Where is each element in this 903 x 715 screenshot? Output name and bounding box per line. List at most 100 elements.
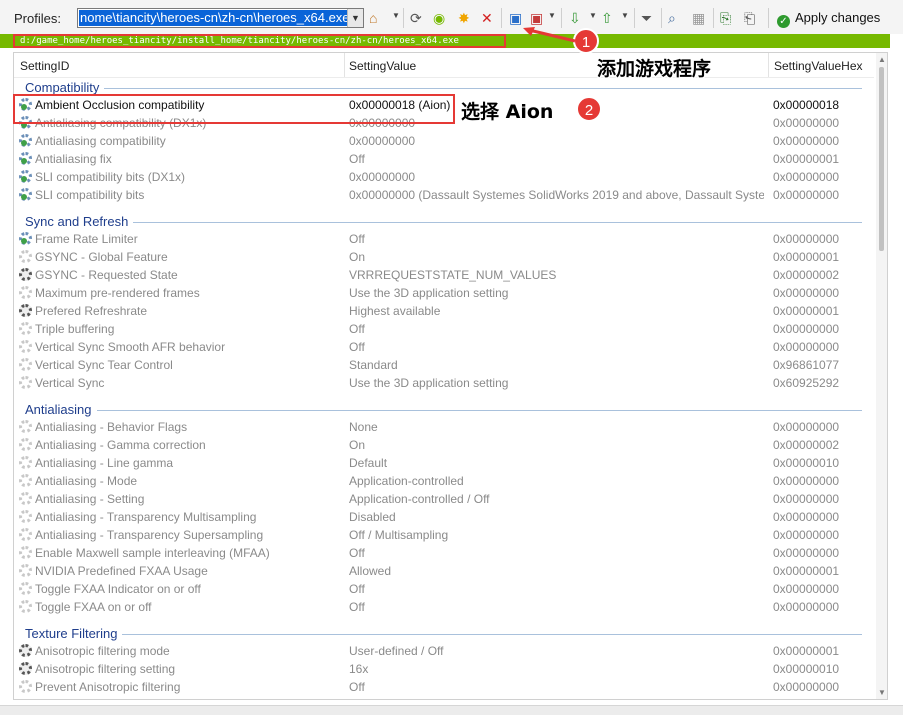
setting-row[interactable]: GSYNC - Requested State VRRREQUESTSTATE_N… [14,266,874,284]
setting-row[interactable]: NVIDIA Predefined FXAA Usage Allowed 0x000… [14,562,874,580]
setting-row[interactable]: Antialiasing - Behavior Flags None 0x00000… [14,418,874,436]
setting-row[interactable]: Anisotropic filtering mode User-defined /… [14,642,874,660]
group-header[interactable]: Compatibility [25,80,99,95]
column-setting-id[interactable]: SettingID [20,59,69,73]
toolbar-divider [501,8,502,28]
setting-row[interactable]: Antialiasing - Mode Application-controlle… [14,472,874,490]
setting-name: Antialiasing - Transparency Multisamplin… [35,510,257,524]
setting-value-hex: 0x00000000 [773,474,840,488]
filter-icon[interactable]: ⏷ [641,10,652,26]
scan-icon[interactable]: ⌕ [668,10,676,26]
toolbar-divider [634,8,635,28]
setting-value-hex: 0x00000000 [773,600,840,614]
setting-value-hex: 0x00000010 [773,456,840,470]
gear-green-icon [19,134,32,147]
setting-row[interactable]: Antialiasing - Gamma correction On 0x00000… [14,436,874,454]
setting-name: Frame Rate Limiter [35,232,138,246]
setting-row[interactable]: Antialiasing - Transparency Multisamplin… [14,508,874,526]
profile-dropdown[interactable]: nome\tiancity\heroes-cn\zh-cn\heroes_x64… [77,8,364,28]
chevron-down-icon[interactable]: ▼ [589,11,597,20]
setting-row[interactable]: Vertical Sync Tear Control Standard 0x9686… [14,356,874,374]
setting-row[interactable]: Frame Rate Limiter Off 0x00000000 [14,230,874,248]
setting-row[interactable]: Antialiasing fix Off 0x00000001 [14,150,874,168]
annotation-step1-text: 添加游戏程序 [597,58,712,80]
setting-value: None [349,420,378,434]
setting-value: Disabled [349,510,396,524]
setting-row[interactable]: Vertical Sync Smooth AFR behavior Off 0x00… [14,338,874,356]
column-setting-value-hex[interactable]: SettingValueHex [774,59,863,73]
home-icon[interactable]: ⌂ [369,10,377,26]
gear-dark-icon [19,304,32,317]
setting-value-hex: 0x00000000 [773,322,840,336]
setting-row[interactable]: Prevent Anisotropic filtering Off 0x000000… [14,678,874,696]
setting-value: Off [349,600,365,614]
group-header[interactable]: Sync and Refresh [25,214,128,229]
setting-value-hex: 0x00000001 [773,250,840,264]
delete-icon[interactable]: ✕ [481,10,493,26]
star-icon[interactable]: ✸ [458,10,470,26]
green-dot-icon [21,176,27,182]
setting-value-hex: 0x00000000 [773,420,840,434]
gear-green-icon [19,232,32,245]
setting-row[interactable]: Triple buffering Off 0x00000000 [14,320,874,338]
group-header[interactable]: Texture Filtering [25,626,117,641]
chevron-down-icon[interactable]: ▼ [548,11,556,20]
scroll-down-icon[interactable]: ▼ [878,688,886,697]
setting-value: Allowed [349,564,392,578]
setting-name: NVIDIA Predefined FXAA Usage [35,564,208,578]
green-dot-icon [21,194,27,200]
setting-value-hex: 0x00000000 [773,188,840,202]
export-icon[interactable]: ⇧ [601,10,613,26]
setting-row[interactable]: SLI compatibility bits 0x00000000 (Dassau… [14,186,874,204]
column-divider[interactable] [768,53,769,77]
gear-grey-icon [19,582,32,595]
setting-row[interactable]: Antialiasing - Setting Application-contro… [14,490,874,508]
setting-value: Off [349,546,365,560]
setting-value: Highest available [349,304,441,318]
setting-name: Antialiasing compatibility [35,134,166,148]
gear-grey-icon [19,474,32,487]
application-path: d:/game_home/heroes_tiancity/install_hom… [13,34,506,48]
export-profile-icon[interactable]: ⎘ [720,10,731,26]
toolbar: Profiles: nome\tiancity\heroes-cn\zh-cn\… [0,0,903,34]
setting-value-hex: 0x00000002 [773,438,840,452]
setting-row[interactable]: Antialiasing - Transparency Supersamplin… [14,526,874,544]
scrollbar-thumb[interactable] [879,67,884,251]
scroll-up-icon[interactable]: ▲ [878,55,886,64]
group-header[interactable]: Antialiasing [25,402,92,417]
setting-name: Antialiasing - Transparency Supersamplin… [35,528,264,542]
group-divider-line [133,222,862,223]
import-profile-icon[interactable]: ⎗ [744,10,755,26]
column-setting-value[interactable]: SettingValue [349,59,416,73]
vertical-scrollbar[interactable]: ▲ ▼ [876,53,887,699]
nvidia-logo-icon[interactable]: ◉ [433,10,445,26]
setting-row[interactable]: Toggle FXAA on or off Off 0x00000000 [14,598,874,616]
setting-value: Off [349,232,365,246]
column-divider[interactable] [344,53,345,77]
setting-name: Vertical Sync Smooth AFR behavior [35,340,226,354]
gear-grey-icon [19,600,32,613]
nvidia-refresh-icon[interactable]: ⟳ [410,10,422,26]
setting-value: Application-controlled / Off [349,492,490,506]
setting-row[interactable]: SLI compatibility bits (DX1x) 0x00000000 0… [14,168,874,186]
chevron-down-icon[interactable]: ▼ [392,11,400,20]
setting-row[interactable]: Prefered Refreshrate Highest available 0x0… [14,302,874,320]
setting-row[interactable]: Antialiasing compatibility 0x00000000 0x00… [14,132,874,150]
setting-row[interactable]: Antialiasing - Line gamma Default 0x000000… [14,454,874,472]
settings-grid-icon[interactable]: ▦ [692,10,705,26]
setting-row[interactable]: Anisotropic filtering setting 16x 0x000000… [14,660,874,678]
profile-dropdown-value: nome\tiancity\heroes-cn\zh-cn\heroes_x64… [79,10,348,26]
setting-row[interactable]: Vertical Sync Use the 3D application sett… [14,374,874,392]
toolbar-divider [713,8,714,28]
setting-row[interactable]: GSYNC - Global Feature On 0x00000001 [14,248,874,266]
setting-value-hex: 0x00000000 [773,170,840,184]
chevron-down-icon[interactable]: ▼ [621,11,629,20]
setting-row[interactable]: Maximum pre-rendered frames Use the 3D ap… [14,284,874,302]
setting-row[interactable]: Toggle FXAA Indicator on or off Off 0x0000… [14,580,874,598]
gear-grey-icon [19,286,32,299]
chevron-down-icon[interactable]: ▼ [347,9,363,27]
apply-changes-button[interactable]: ✓ Apply changes [777,8,880,28]
setting-row[interactable]: Enable Maxwell sample interleaving (MFAA… [14,544,874,562]
setting-name: Antialiasing - Behavior Flags [35,420,188,434]
setting-value-hex: 0x00000001 [773,304,840,318]
